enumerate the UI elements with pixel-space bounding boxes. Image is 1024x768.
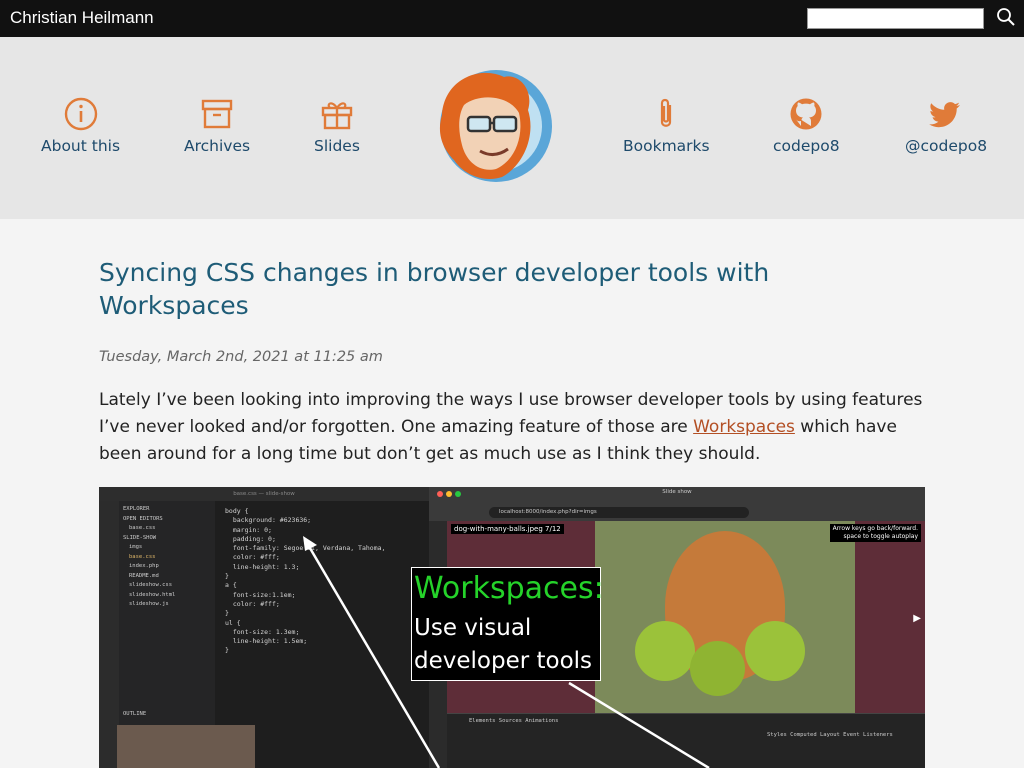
explorer-item: OPEN EDITORS: [123, 515, 163, 522]
slide-caption: dog-with-many-balls.jpeg 7/12: [451, 524, 564, 534]
nav-bookmarks[interactable]: Bookmarks: [623, 97, 710, 155]
vscode-activity-bar: [99, 501, 119, 768]
tennis-ball: [745, 621, 805, 681]
paperclip-icon: [661, 98, 672, 127]
nav-archives-label: Archives: [184, 137, 251, 155]
explorer-item: imgs: [129, 544, 143, 550]
workspaces-overlay: Workspaces: Use visual developer tools: [411, 567, 604, 681]
browser-toolbar: Slide show localhost:8000/index.php?dir=…: [429, 487, 925, 521]
overlay-line: Use visual: [414, 615, 532, 641]
slide-hint-line: space to toggle autoplay: [843, 533, 918, 540]
explorer-item: README.md: [129, 572, 159, 579]
explorer-item: slideshow.css: [129, 582, 173, 588]
next-arrow-icon: ▶: [913, 613, 921, 624]
post-date: Tuesday, March 2nd, 2021 at 11:25 am: [99, 349, 383, 365]
archive-box-icon: [201, 99, 233, 129]
explorer-item: EXPLORER: [123, 506, 150, 512]
site-title-link[interactable]: Christian Heilmann: [10, 8, 154, 28]
nav-bookmarks-label: Bookmarks: [623, 137, 710, 155]
gift-icon: [321, 102, 353, 130]
overlay-title: Workspaces:: [414, 571, 604, 606]
explorer-item: slideshow.js: [129, 601, 169, 607]
devtools-styles-tabs: Styles Computed Layout Event Listeners: [767, 732, 893, 738]
site-header: About this Archives Slides Bookmarks cod…: [0, 37, 1024, 219]
nav-slides-label: Slides: [314, 137, 360, 155]
explorer-item: slideshow.html: [129, 591, 176, 598]
nav-archives[interactable]: Archives: [184, 97, 250, 155]
nav-about[interactable]: About this: [41, 97, 120, 155]
search-icon[interactable]: [996, 7, 1016, 27]
explorer-item: base.css: [129, 553, 156, 560]
browser-url: localhost:8000/index.php?dir=imgs: [489, 507, 749, 518]
nav-twitter[interactable]: @codepo8: [905, 97, 987, 155]
top-bar: Christian Heilmann: [0, 0, 1024, 37]
article-screenshot[interactable]: base.css — slide-show EXPLORER OPEN EDIT…: [99, 487, 925, 768]
vscode-titlebar: base.css — slide-show: [99, 487, 429, 501]
explorer-item: index.php: [129, 563, 159, 569]
author-avatar[interactable]: [424, 65, 558, 187]
explorer-item: OUTLINE: [123, 710, 147, 717]
nav-slides[interactable]: Slides: [314, 97, 360, 155]
post-intro: Lately I’ve been looking into improving …: [99, 387, 925, 468]
explorer-item: base.css: [129, 525, 156, 531]
post-title[interactable]: Syncing CSS changes in browser developer…: [99, 256, 925, 322]
tennis-ball: [690, 641, 745, 696]
vscode-window: base.css — slide-show EXPLORER OPEN EDIT…: [99, 487, 429, 768]
nav-github-label: codepo8: [773, 137, 840, 155]
dog-photo: [595, 521, 855, 713]
devtools-tabs: Elements Sources Animations: [469, 718, 559, 724]
overlay-line: developer tools: [414, 648, 593, 674]
slide-hint-line: Arrow keys go back/forward.: [832, 525, 918, 532]
tennis-ball: [635, 621, 695, 681]
webcam-overlay: [117, 725, 255, 768]
twitter-icon: [929, 102, 961, 128]
nav-github[interactable]: codepo8: [773, 97, 840, 155]
slide-hint: Arrow keys go back/forward. space to tog…: [829, 524, 921, 542]
devtools-panel: Elements Sources Animations Styles Compu…: [447, 713, 925, 768]
overlay-subtitle: Use visual developer tools: [414, 612, 592, 678]
browser-title: Slide show: [662, 489, 692, 495]
article: Syncing CSS changes in browser developer…: [99, 256, 925, 468]
workspaces-link[interactable]: Workspaces: [693, 417, 795, 437]
explorer-item: SLIDE-SHOW: [123, 534, 157, 541]
nav-twitter-label: @codepo8: [905, 137, 988, 155]
info-icon: [64, 97, 97, 131]
nav-about-label: About this: [41, 137, 121, 155]
github-icon: [790, 98, 822, 130]
search-input[interactable]: [807, 8, 984, 29]
